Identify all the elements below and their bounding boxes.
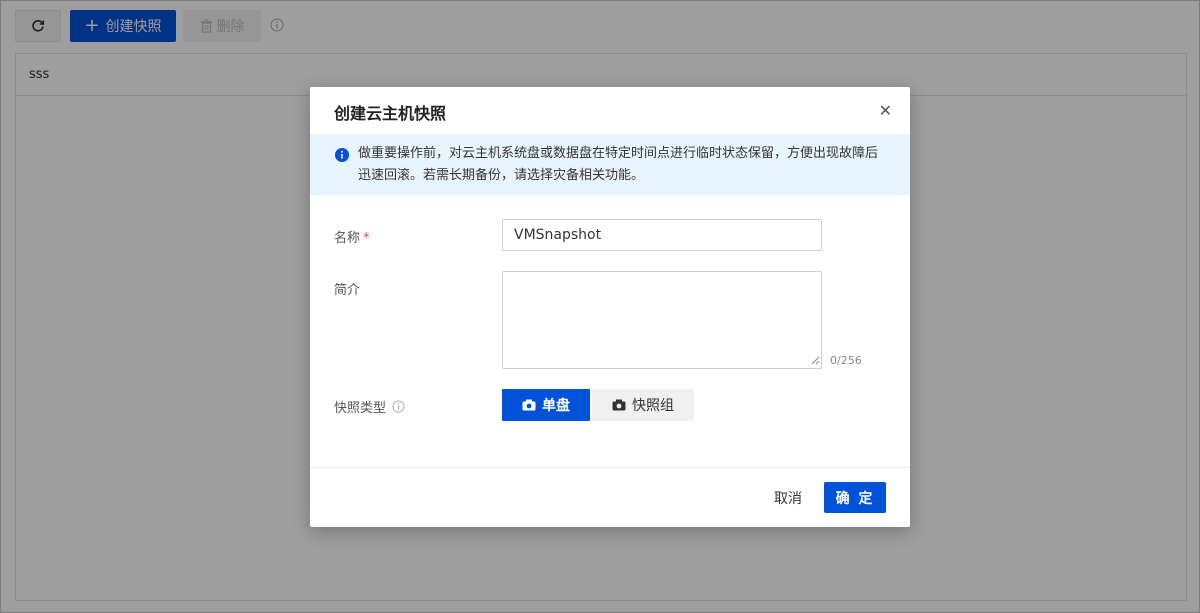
type-option-group-label: 快照组 xyxy=(632,398,674,414)
close-icon[interactable]: ✕ xyxy=(879,103,892,119)
camera-icon xyxy=(522,399,536,411)
confirm-button[interactable]: 确 定 xyxy=(824,482,886,513)
camera-group-icon xyxy=(612,399,626,411)
desc-label: 简介 xyxy=(334,283,361,298)
dialog-title: 创建云主机快照 xyxy=(334,104,447,123)
cancel-button[interactable]: 取消 xyxy=(766,482,810,514)
info-circle-icon xyxy=(335,148,349,162)
type-label-text: 快照类型 xyxy=(334,401,387,416)
help-icon[interactable] xyxy=(392,400,405,413)
type-option-single-label: 单盘 xyxy=(542,398,570,414)
type-label: 快照类型 xyxy=(334,397,405,416)
create-snapshot-dialog: 创建云主机快照 ✕ 做重要操作前，对云主机系统盘或数据盘在特定时间点进行临时状态… xyxy=(310,87,910,527)
name-label-text: 名称 xyxy=(334,231,361,246)
footer-divider xyxy=(310,467,910,468)
name-input[interactable] xyxy=(502,219,822,251)
type-option-group[interactable]: 快照组 xyxy=(592,389,694,421)
resize-grip-icon[interactable] xyxy=(810,355,820,365)
type-option-single[interactable]: 单盘 xyxy=(502,389,590,421)
required-mark: * xyxy=(363,231,370,246)
name-label: 名称 * xyxy=(334,227,370,246)
char-counter: 0/256 xyxy=(830,354,862,367)
notice-text: 做重要操作前，对云主机系统盘或数据盘在特定时间点进行临时状态保留，方便出现故障后… xyxy=(358,146,879,183)
info-notice: 做重要操作前，对云主机系统盘或数据盘在特定时间点进行临时状态保留，方便出现故障后… xyxy=(310,134,910,195)
description-textarea[interactable] xyxy=(502,271,822,369)
